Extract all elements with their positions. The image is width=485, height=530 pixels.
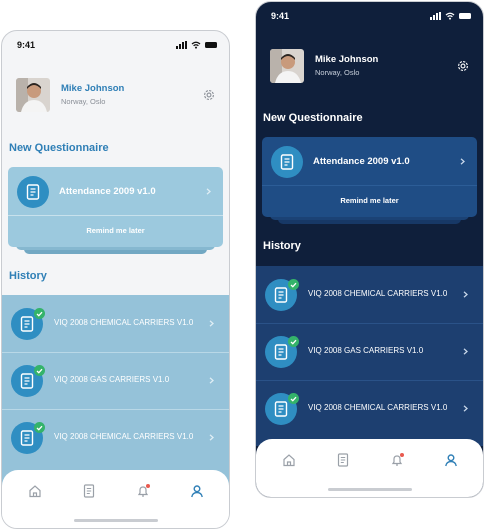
completed-check-icon (34, 308, 45, 319)
questionnaire-card[interactable]: Attendance 2009 v1.0 Remind me later (262, 137, 477, 217)
questionnaire-title: Attendance 2009 v1.0 (59, 186, 156, 197)
chevron-right-icon (209, 377, 214, 384)
chevron-right-icon (463, 291, 468, 298)
new-questionnaire-card[interactable]: Attendance 2009 v1.0 Remind me later (8, 167, 223, 254)
notification-dot (146, 484, 150, 488)
settings-gear-icon[interactable] (202, 88, 216, 102)
history-item-title: VIQ 2008 CHEMICAL CARRIERS V1.0 (54, 432, 194, 441)
status-time: 9:41 (271, 11, 290, 21)
user-name: Mike Johnson (315, 54, 379, 65)
home-indicator (74, 519, 158, 522)
avatar[interactable] (270, 49, 304, 83)
chevron-right-icon (463, 405, 468, 412)
history-item-title: VIQ 2008 CHEMICAL CARRIERS V1.0 (54, 318, 194, 327)
completed-check-icon (34, 422, 45, 433)
avatar[interactable] (16, 78, 50, 112)
history-item-title: VIQ 2008 GAS CARRIERS V1.0 (308, 346, 424, 355)
user-name: Mike Johnson (61, 83, 125, 94)
chevron-right-icon (463, 348, 468, 355)
dark-theme-phone: 9:41 Mike Johnson Norway, Oslo New Quest… (255, 1, 484, 498)
history-list: VIQ 2008 CHEMICAL CARRIERS V1.0 VIQ 2008… (256, 266, 483, 446)
history-item[interactable]: VIQ 2008 CHEMICAL CARRIERS V1.0 (256, 380, 483, 437)
new-questionnaire-heading: New Questionnaire (9, 142, 109, 154)
light-theme-phone: 9:41 Mike Johnson Norway, Oslo New Quest… (1, 30, 230, 529)
document-icon[interactable] (336, 453, 350, 467)
completed-check-icon (288, 393, 299, 404)
bottom-tab-bar (2, 470, 229, 528)
chevron-right-icon (209, 434, 214, 441)
chevron-right-icon (209, 320, 214, 327)
document-icon[interactable] (82, 484, 96, 498)
cellular-signal-icon (430, 12, 441, 20)
completed-check-icon (34, 365, 45, 376)
status-bar: 9:41 (256, 2, 483, 28)
history-item[interactable]: VIQ 2008 CHEMICAL CARRIERS V1.0 (2, 295, 229, 352)
profile-header: Mike Johnson Norway, Oslo (270, 49, 470, 85)
chevron-right-icon (460, 158, 465, 165)
battery-icon (205, 42, 217, 48)
user-location: Norway, Oslo (315, 68, 360, 77)
history-item[interactable]: VIQ 2008 CHEMICAL CARRIERS V1.0 (256, 266, 483, 323)
remind-me-later-button[interactable]: Remind me later (8, 226, 223, 235)
questionnaire-title: Attendance 2009 v1.0 (313, 156, 410, 167)
home-indicator (328, 488, 412, 491)
card-divider (8, 215, 223, 216)
wifi-icon (191, 41, 201, 49)
history-item-title: VIQ 2008 CHEMICAL CARRIERS V1.0 (308, 403, 448, 412)
home-icon[interactable] (28, 484, 42, 498)
card-divider (262, 185, 477, 186)
battery-icon (459, 13, 471, 19)
new-questionnaire-heading: New Questionnaire (263, 112, 363, 124)
status-icons (176, 40, 217, 50)
new-questionnaire-card[interactable]: Attendance 2009 v1.0 Remind me later (262, 137, 477, 224)
settings-gear-icon[interactable] (456, 59, 470, 73)
remind-me-later-button[interactable]: Remind me later (262, 196, 477, 205)
status-bar: 9:41 (2, 31, 229, 57)
history-item-title: VIQ 2008 GAS CARRIERS V1.0 (54, 375, 170, 384)
wifi-icon (445, 12, 455, 20)
notification-dot (400, 453, 404, 457)
completed-check-icon (288, 279, 299, 290)
profile-icon[interactable] (190, 484, 204, 498)
bottom-tab-bar (256, 439, 483, 497)
status-icons (430, 11, 471, 21)
questionnaire-card[interactable]: Attendance 2009 v1.0 Remind me later (8, 167, 223, 247)
history-item-title: VIQ 2008 CHEMICAL CARRIERS V1.0 (308, 289, 448, 298)
history-item[interactable]: VIQ 2008 GAS CARRIERS V1.0 (256, 323, 483, 380)
history-item[interactable]: VIQ 2008 CHEMICAL CARRIERS V1.0 (2, 409, 229, 466)
completed-check-icon (288, 336, 299, 347)
profile-icon[interactable] (444, 453, 458, 467)
user-location: Norway, Oslo (61, 97, 106, 106)
status-time: 9:41 (17, 40, 36, 50)
document-icon (271, 146, 303, 178)
cellular-signal-icon (176, 41, 187, 49)
profile-header: Mike Johnson Norway, Oslo (16, 78, 216, 114)
history-item[interactable]: VIQ 2008 GAS CARRIERS V1.0 (2, 352, 229, 409)
chevron-right-icon (206, 188, 211, 195)
home-icon[interactable] (282, 453, 296, 467)
document-icon (17, 176, 49, 208)
history-heading: History (263, 240, 301, 252)
history-heading: History (9, 270, 47, 282)
